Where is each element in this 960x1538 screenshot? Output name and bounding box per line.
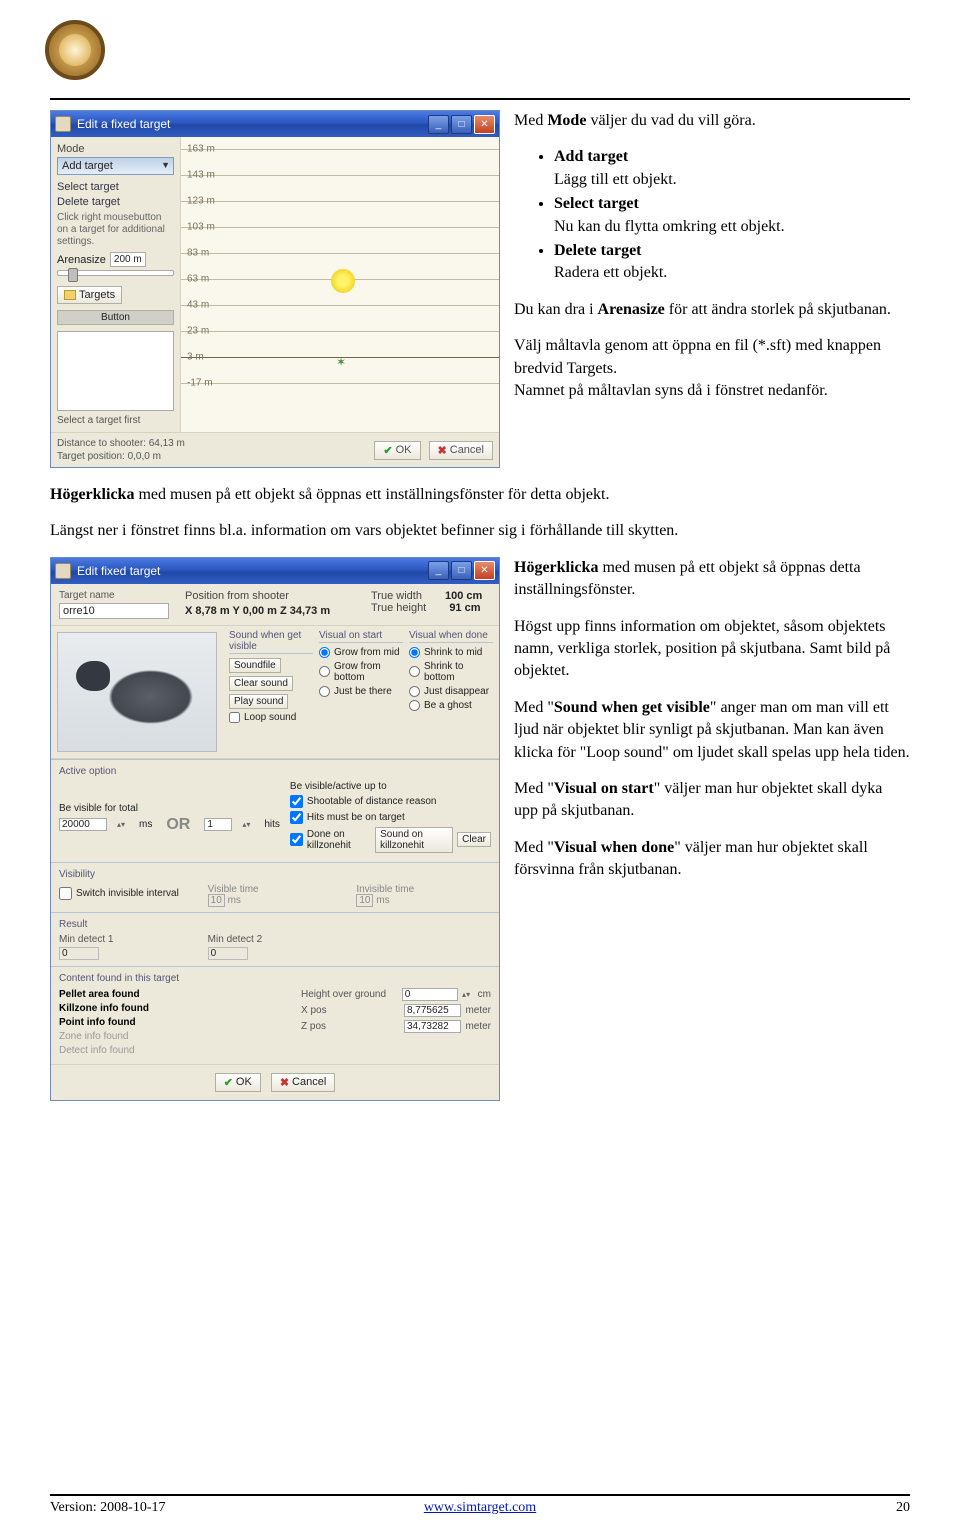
folder-icon bbox=[64, 290, 76, 300]
clear-sound-button[interactable]: Clear sound bbox=[229, 676, 293, 691]
arenasize-label: Arenasize bbox=[57, 254, 106, 266]
arenasize-slider[interactable] bbox=[57, 270, 174, 276]
window-title: Edit a fixed target bbox=[77, 117, 170, 131]
page-footer: Version: 2008-10-17 www.simtarget.com 20 bbox=[50, 1494, 910, 1516]
position-value: X 8,78 m Y 0,00 m Z 34,73 m bbox=[185, 605, 365, 617]
sound-when-visible-header: Sound when get visible bbox=[229, 630, 313, 654]
height-over-ground-input[interactable]: 0 bbox=[402, 988, 458, 1001]
distance-label: Distance to shooter: 64,13 m bbox=[57, 437, 366, 450]
target-name-box bbox=[57, 331, 174, 411]
target-preview-image bbox=[57, 632, 217, 752]
loop-sound-checkbox[interactable] bbox=[229, 712, 240, 723]
targets-button[interactable]: Targets bbox=[57, 286, 122, 304]
app-icon bbox=[55, 563, 71, 579]
button-label-placeholder: Button bbox=[57, 310, 174, 325]
delete-target-option[interactable]: Delete target bbox=[57, 196, 174, 208]
description-text-top: Med Mode väljer du vad du vill göra. Add… bbox=[514, 110, 910, 468]
maximize-button[interactable]: □ bbox=[451, 561, 472, 580]
mode-dropdown[interactable]: Add target bbox=[57, 157, 174, 175]
cancel-button[interactable]: ✖Cancel bbox=[271, 1073, 335, 1092]
footer-url[interactable]: www.simtarget.com bbox=[337, 1500, 624, 1516]
shrink-to-mid-radio[interactable] bbox=[409, 647, 420, 658]
xpos-input[interactable]: 8,775625 bbox=[404, 1004, 461, 1017]
min-detect-2-value: 0 bbox=[208, 947, 248, 960]
min-detect-1-value: 0 bbox=[59, 947, 99, 960]
rightclick-hint: Click right mousebutton on a target for … bbox=[57, 212, 174, 248]
shrink-to-bottom-radio[interactable] bbox=[409, 666, 420, 677]
window-titlebar: Edit a fixed target _ □ ✕ bbox=[51, 111, 499, 137]
shooter-position-icon: ✶ bbox=[336, 355, 346, 369]
description-text-mid: Högerklicka med musen på ett objekt så ö… bbox=[50, 484, 910, 543]
content-found-list: Pellet area found Killzone info found Po… bbox=[59, 988, 291, 1058]
just-be-there-radio[interactable] bbox=[319, 686, 330, 697]
play-sound-button[interactable]: Play sound bbox=[229, 694, 288, 709]
visibility-header: Visibility bbox=[59, 869, 491, 880]
maximize-button[interactable]: □ bbox=[451, 115, 472, 134]
hits-on-target-checkbox[interactable] bbox=[290, 811, 303, 824]
visible-ms-input[interactable]: 20000 bbox=[59, 818, 107, 831]
grow-from-mid-radio[interactable] bbox=[319, 647, 330, 658]
just-disappear-radio[interactable] bbox=[409, 686, 420, 697]
spin-icon[interactable]: ▴▾ bbox=[462, 990, 474, 999]
zpos-input[interactable]: 34,73282 bbox=[404, 1020, 461, 1033]
mode-label: Mode bbox=[57, 143, 174, 155]
active-option-header: Active option bbox=[59, 766, 491, 777]
window-title-b: Edit fixed target bbox=[77, 564, 160, 578]
content-found-header: Content found in this target bbox=[59, 973, 491, 984]
header-rule bbox=[50, 98, 910, 100]
result-header: Result bbox=[59, 919, 491, 930]
done-on-killzonehit-checkbox[interactable] bbox=[290, 833, 303, 846]
description-text-bottom: Högerklicka med musen på ett objekt så ö… bbox=[514, 557, 910, 1101]
spin-icon[interactable]: ▴▾ bbox=[117, 820, 129, 829]
ok-button[interactable]: ✔OK bbox=[215, 1073, 261, 1092]
app-icon bbox=[55, 116, 71, 132]
be-a-ghost-radio[interactable] bbox=[409, 700, 420, 711]
sound-on-killzonehit-button[interactable]: Sound on killzonehit bbox=[375, 827, 453, 853]
screenshot-edit-fixed-target-arena: Edit a fixed target _ □ ✕ Mode Add targe… bbox=[50, 110, 500, 468]
arenasize-value: 200 m bbox=[110, 252, 146, 267]
window-titlebar-b: Edit fixed target _ □ ✕ bbox=[51, 558, 499, 584]
visual-on-start-header: Visual on start bbox=[319, 630, 403, 643]
shootable-checkbox[interactable] bbox=[290, 795, 303, 808]
minimize-button[interactable]: _ bbox=[428, 115, 449, 134]
invisible-time-input: 10 bbox=[356, 894, 373, 907]
visible-time-input: 10 bbox=[208, 894, 225, 907]
clear-killzonehit-sound-button[interactable]: Clear bbox=[457, 832, 491, 847]
select-target-option[interactable]: Select target bbox=[57, 181, 174, 193]
simtarget-logo bbox=[45, 20, 105, 80]
target-name-input[interactable]: orre10 bbox=[59, 603, 169, 619]
switch-invisible-interval-checkbox[interactable] bbox=[59, 887, 72, 900]
hits-input[interactable]: 1 bbox=[204, 818, 232, 831]
minimize-button[interactable]: _ bbox=[428, 561, 449, 580]
position-label: Target position: 0,0,0 m bbox=[57, 450, 366, 463]
select-first-hint: Select a target first bbox=[57, 415, 174, 426]
arena-canvas[interactable]: 163 m 143 m 123 m 103 m 83 m 63 m 43 m 2… bbox=[181, 137, 499, 432]
cancel-button[interactable]: ✖Cancel bbox=[429, 441, 493, 460]
grow-from-bottom-radio[interactable] bbox=[319, 666, 330, 677]
close-button[interactable]: ✕ bbox=[474, 115, 495, 134]
target-marker[interactable] bbox=[331, 269, 355, 293]
page-number: 20 bbox=[623, 1500, 910, 1516]
close-button[interactable]: ✕ bbox=[474, 561, 495, 580]
page-header bbox=[50, 20, 910, 90]
visual-when-done-header: Visual when done bbox=[409, 630, 493, 643]
spin-icon[interactable]: ▴▾ bbox=[242, 820, 254, 829]
screenshot-edit-fixed-target-settings: Edit fixed target _ □ ✕ Target name orre… bbox=[50, 557, 500, 1101]
ok-button[interactable]: ✔OK bbox=[374, 441, 420, 460]
soundfile-button[interactable]: Soundfile bbox=[229, 658, 281, 673]
version-label: Version: 2008-10-17 bbox=[50, 1500, 337, 1516]
target-name-label: Target name bbox=[59, 590, 179, 601]
